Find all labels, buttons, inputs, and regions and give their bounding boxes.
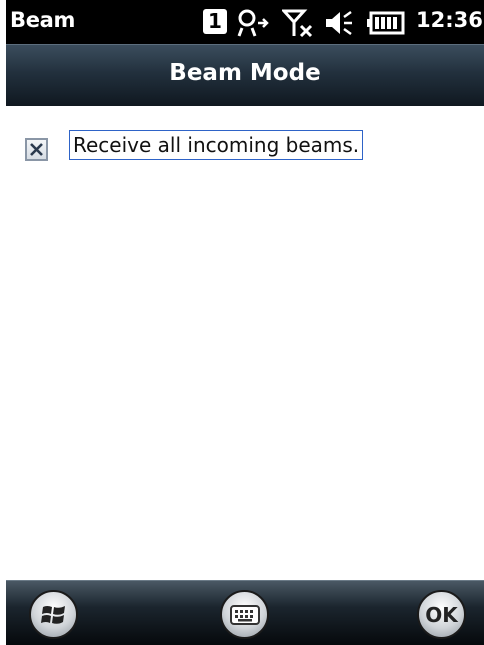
connectivity-icon[interactable] [236, 8, 272, 38]
clock[interactable]: 12:36 [416, 8, 483, 32]
title-bar: Beam Mode [6, 44, 484, 107]
windows-start-icon [40, 605, 65, 624]
no-signal-icon[interactable] [282, 8, 316, 38]
status-bar: Beam 1 12:36 [6, 0, 484, 44]
device-screen: Beam 1 12:36 Beam Mode Receive all incom… [6, 0, 484, 645]
page-title: Beam Mode [169, 60, 321, 86]
receive-beams-label[interactable]: Receive all incoming beams. [69, 130, 364, 160]
content-area: Receive all incoming beams. [6, 106, 484, 580]
keyboard-button[interactable] [220, 590, 269, 639]
notification-badge[interactable]: 1 [203, 9, 227, 34]
receive-beams-checkbox[interactable] [25, 138, 48, 161]
volume-icon[interactable] [324, 8, 354, 38]
app-name: Beam [10, 8, 76, 32]
battery-icon[interactable] [366, 8, 406, 38]
start-button[interactable] [29, 590, 78, 639]
checkbox-mark-icon [30, 143, 43, 156]
ok-button[interactable]: OK [417, 590, 466, 639]
ok-label: OK [425, 602, 458, 627]
keyboard-icon [229, 604, 260, 625]
bottom-bar: OK [6, 580, 484, 645]
